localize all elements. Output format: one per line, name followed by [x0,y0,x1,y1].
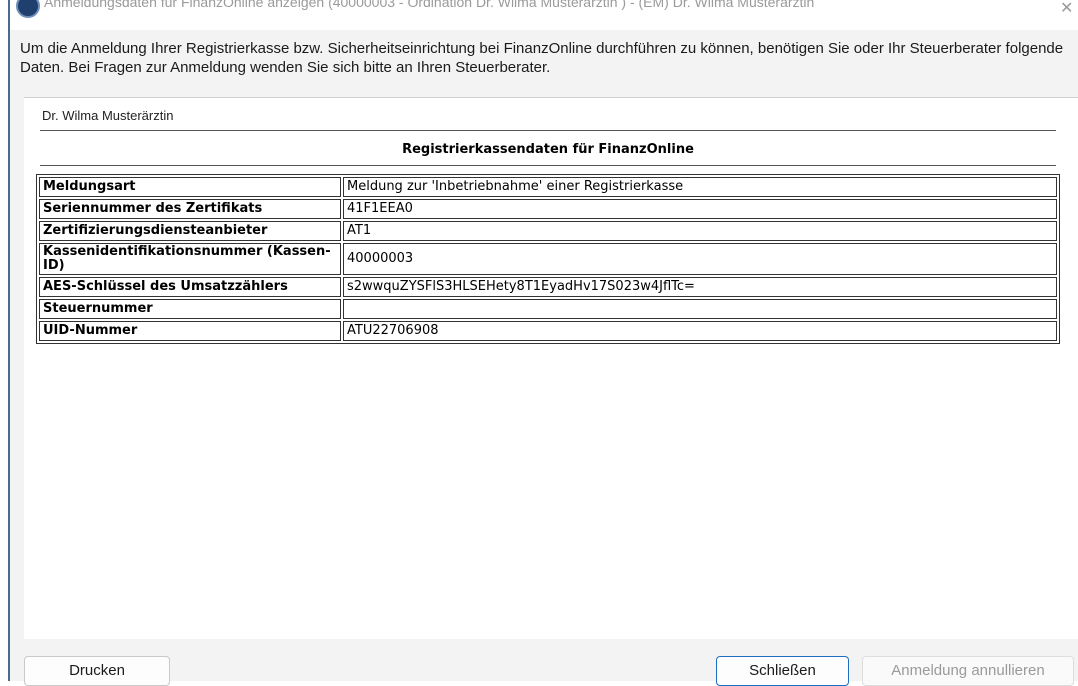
cancel-registration-button[interactable]: Anmeldung annullieren [862,656,1074,686]
button-bar: Drucken Schließen Anmeldung annullieren [10,646,1078,686]
close-icon[interactable]: ✕ [1060,0,1073,18]
dialog-window: Anmeldungsdaten für FinanzOnline anzeige… [8,0,1078,686]
row-label: Seriennummer des Zertifikats [39,199,341,219]
title-bar: Anmeldungsdaten für FinanzOnline anzeige… [10,0,1078,30]
report-panel: Dr. Wilma Musterärztin Registrierkassend… [24,97,1078,639]
row-label: AES-Schlüssel des Umsatzzählers [39,277,341,297]
row-value: 41F1EEA0 [343,199,1057,219]
table-row: AES-Schlüssel des Umsatzzählers s2wwquZY… [39,277,1057,297]
row-value: s2wwquZYSFlS3HLSEHety8T1EyadHv17S023w4Jf… [343,277,1057,297]
table-row: Seriennummer des Zertifikats 41F1EEA0 [39,199,1057,219]
row-label: UID-Nummer [39,321,341,341]
row-label: Steuernummer [39,299,341,319]
divider [40,130,1056,131]
row-value: AT1 [343,221,1057,241]
report-heading: Registrierkassendaten für FinanzOnline [402,142,694,157]
intro-text: Um die Anmeldung Ihrer Registrierkasse b… [20,40,1064,76]
print-button[interactable]: Drucken [24,656,170,686]
table-row: Steuernummer [39,299,1057,319]
registration-data-table: Meldungsart Meldung zur 'Inbetriebnahme'… [36,174,1060,344]
app-logo-icon [16,0,40,18]
window-title: Anmeldungsdaten für FinanzOnline anzeige… [44,0,815,10]
row-label: Zertifizierungsdiensteanbieter [39,221,341,241]
close-button[interactable]: Schließen [716,656,849,686]
owner-name: Dr. Wilma Musterärztin [42,108,174,123]
row-value: 40000003 [343,243,1057,275]
divider [40,165,1056,166]
table-row: Zertifizierungsdiensteanbieter AT1 [39,221,1057,241]
row-value: Meldung zur 'Inbetriebnahme' einer Regis… [343,177,1057,197]
table-row: Meldungsart Meldung zur 'Inbetriebnahme'… [39,177,1057,197]
table-row: UID-Nummer ATU22706908 [39,321,1057,341]
row-value [343,299,1057,319]
row-label: Meldungsart [39,177,341,197]
row-label: Kassenidentifikationsnummer (Kassen-ID) [39,243,341,275]
row-value: ATU22706908 [343,321,1057,341]
table-row: Kassenidentifikationsnummer (Kassen-ID) … [39,243,1057,275]
